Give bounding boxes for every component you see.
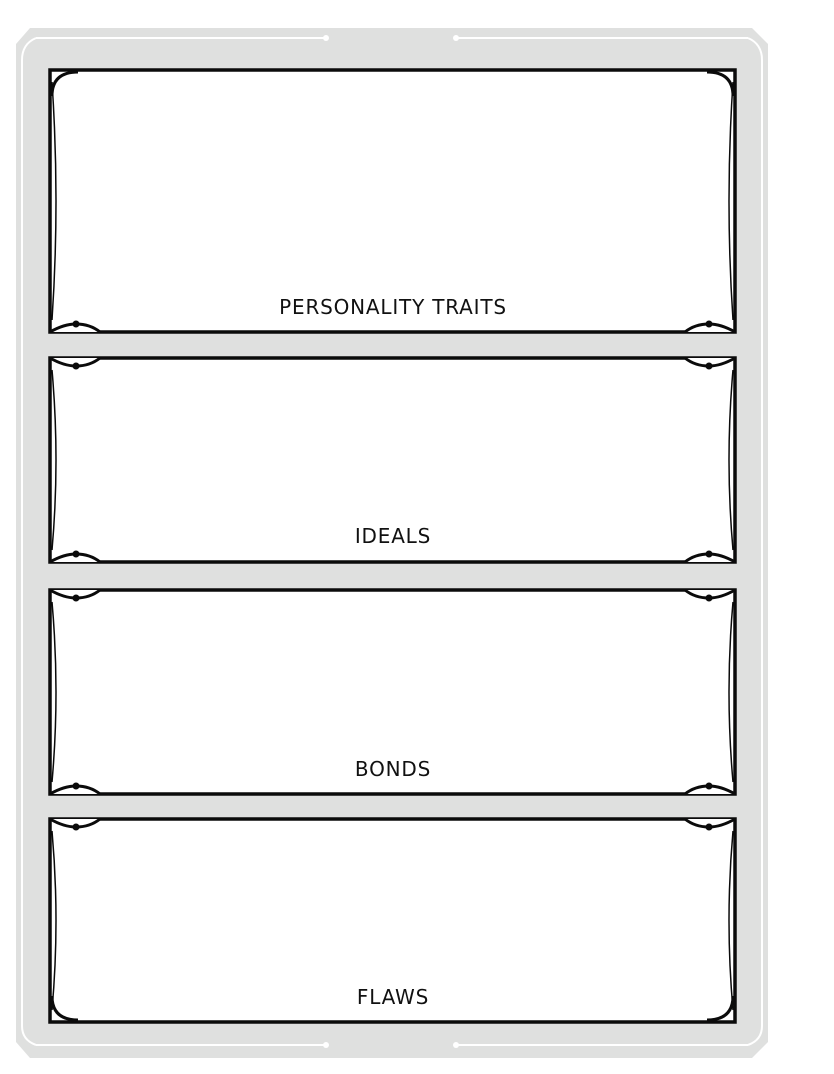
ideals-label: IDEALS [354, 524, 432, 548]
personality-traits-label: PERSONALITY TRAITS [279, 295, 507, 319]
bonds-label: BONDS [354, 757, 432, 781]
ideals-input[interactable] [70, 370, 716, 518]
bonds-input[interactable] [70, 602, 716, 751]
flaws-input[interactable] [70, 831, 716, 979]
flaws-label: FLAWS [356, 985, 430, 1009]
personality-traits-input[interactable] [70, 82, 716, 289]
